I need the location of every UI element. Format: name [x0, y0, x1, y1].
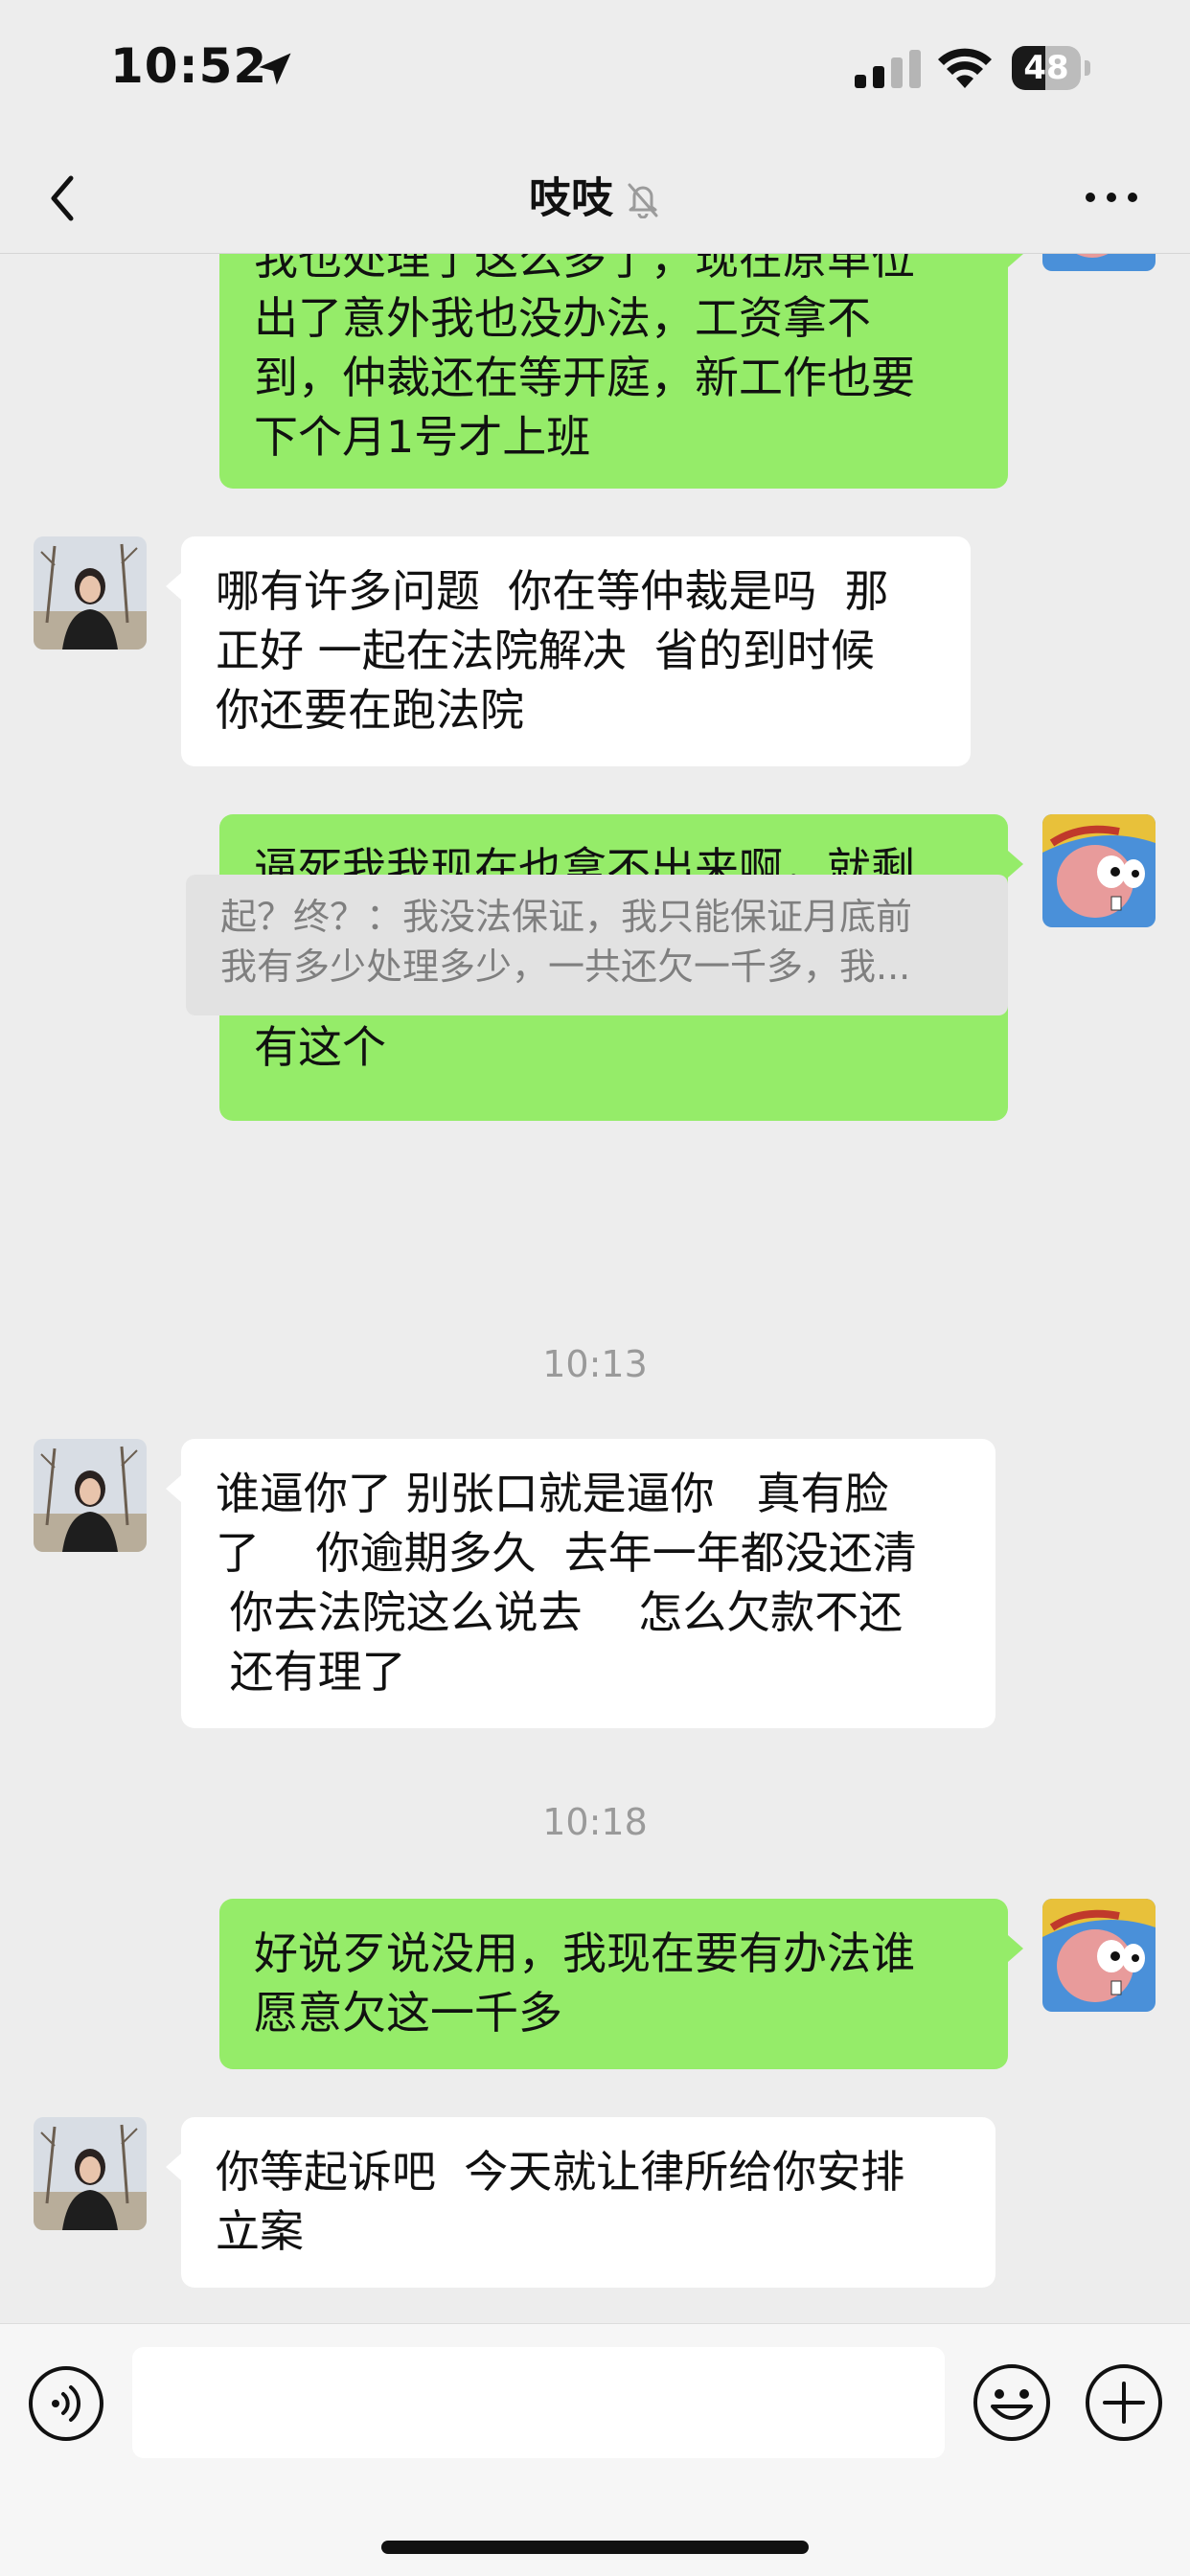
contact-avatar[interactable]: [34, 2117, 147, 2230]
status-bar: 10:52 48: [0, 0, 1190, 144]
message-bubble-sent[interactable]: 我也处理了这么多了，现在原单位 出了意外我也没办法，工资拿不 到，仲裁还在等开庭…: [219, 254, 1023, 489]
contact-avatar[interactable]: [34, 1439, 147, 1552]
more-options-icon[interactable]: [1073, 178, 1150, 217]
message-bubble-received[interactable]: 哪有许多问题 你在等仲裁是吗 那 正好 一起在法院解决 省的到时候 你还要在跑法…: [166, 536, 971, 766]
battery-body: 48: [1012, 46, 1081, 90]
chat-title: 吱吱: [529, 173, 613, 223]
message-bubble-received[interactable]: 你等起诉吧 今天就让律所给你安排 立案: [166, 2117, 995, 2288]
quoted-message[interactable]: 起？终？：我没法保证，我只能保证月底前 我有多少处理多少，一共还欠一千多，我..…: [186, 875, 1008, 1015]
chat-title-wrap: 吱吱: [0, 144, 1190, 253]
message-bubble-received[interactable]: 谁逼你了 别张口就是逼你 真有脸 了 你逾期多久 去年一年都没还清 你去法院这么…: [166, 1439, 995, 1728]
my-avatar[interactable]: [1042, 814, 1156, 927]
battery-percent: 48: [1023, 49, 1069, 87]
chat-header: 吱吱: [0, 144, 1190, 254]
home-indicator[interactable]: [381, 2541, 809, 2554]
emoji-icon[interactable]: [972, 2362, 1052, 2443]
timestamp: 10:13: [542, 1343, 648, 1385]
message-input[interactable]: [132, 2347, 945, 2458]
my-avatar[interactable]: [1042, 1899, 1156, 2012]
message-list[interactable]: 我也处理了这么多了，现在原单位 出了意外我也没办法，工资拿不 到，仲裁还在等开庭…: [0, 254, 1190, 2323]
muted-bell-icon: [628, 183, 658, 218]
message-bubble-sent[interactable]: 好说歹说没用，我现在要有办法谁 愿意欠这一千多: [219, 1899, 1023, 2069]
timestamp: 10:18: [542, 1801, 648, 1843]
plus-icon[interactable]: [1084, 2362, 1164, 2443]
input-bar: [0, 2323, 1190, 2576]
cellular-signal-icon: [855, 50, 921, 88]
contact-avatar[interactable]: [34, 536, 147, 650]
wifi-icon: [938, 48, 992, 88]
battery-cap: [1085, 60, 1090, 76]
battery-indicator: 48: [1012, 46, 1090, 90]
voice-input-icon[interactable]: [27, 2364, 105, 2443]
my-avatar[interactable]: [1042, 254, 1156, 271]
status-time: 10:52: [110, 38, 268, 94]
location-arrow-icon: [259, 53, 291, 85]
